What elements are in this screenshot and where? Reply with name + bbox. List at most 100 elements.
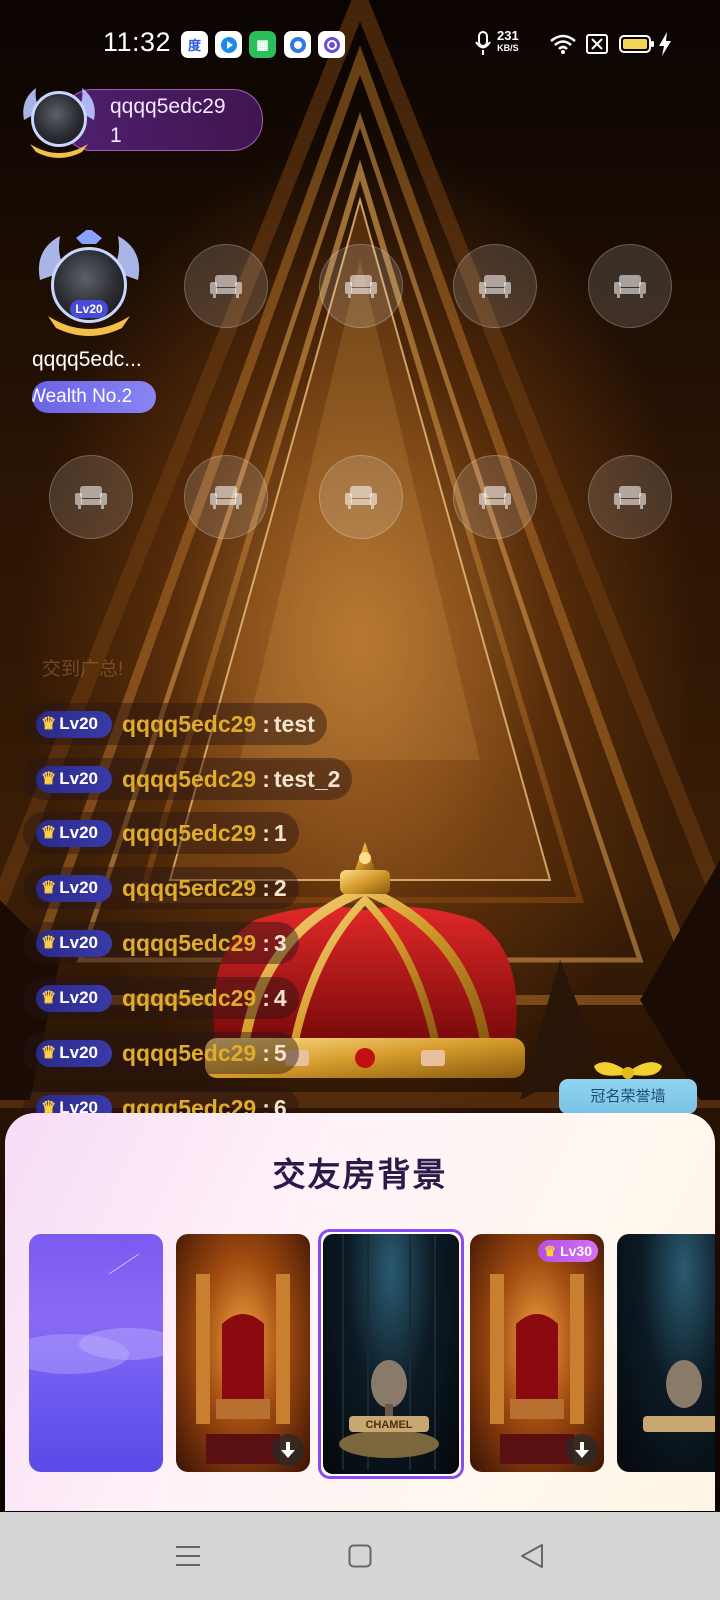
seat-9-empty[interactable]	[453, 455, 537, 539]
microphone-icon	[474, 28, 492, 60]
chat-message[interactable]: ♛ Lv20 qqqq5edc29 : 4	[23, 977, 299, 1019]
seat-1-occupied[interactable]: Lv20	[34, 230, 144, 340]
seat-level-badge: Lv20	[70, 300, 108, 318]
chat-message[interactable]: ♛ Lv20 qqqq5edc29 : 3	[23, 922, 299, 964]
chat-username[interactable]: qqqq5edc29	[122, 820, 256, 847]
crown-icon: ♛	[41, 878, 57, 897]
background-option-stage-microphone-2[interactable]: ♛	[617, 1234, 715, 1472]
back-button[interactable]	[512, 1536, 552, 1576]
chat-text: test_2	[273, 765, 341, 792]
sheet-title: 交友房背景	[272, 1156, 448, 1193]
battery-icon	[619, 28, 655, 60]
crown-icon: ♛	[41, 823, 57, 842]
charging-icon	[658, 28, 672, 60]
background-option-stage-microphone[interactable]: CHAMEL	[318, 1229, 464, 1479]
sofa-icon	[479, 486, 511, 509]
system-navigation-bar	[0, 1512, 720, 1600]
level-requirement-badge: ♛ Lv30	[537, 1240, 598, 1262]
background-thumbnail	[29, 1234, 163, 1472]
user-level-badge: ♛ Lv20	[36, 710, 112, 738]
chat-text: 2	[273, 874, 287, 901]
sofa-icon	[210, 486, 242, 509]
baidu-icon: 度	[181, 31, 208, 58]
sofa-icon	[614, 275, 646, 298]
home-icon	[348, 1544, 372, 1568]
chat-text: 5	[273, 1039, 287, 1066]
status-bar: 11:32 度 ▦ 231 KB/S	[0, 0, 720, 90]
stage-label: CHAMEL	[365, 1419, 412, 1431]
background-thumbnail: ♛ Lv30	[470, 1234, 604, 1472]
host-count: 1	[110, 124, 122, 147]
play-icon	[215, 31, 242, 58]
honor-wall-button[interactable]: 冠名荣誉墙	[559, 1079, 697, 1114]
background-option-golden-throne-lv30[interactable]: ♛ Lv30	[470, 1234, 604, 1472]
chat-announcement: 交到广总!	[42, 659, 124, 680]
sofa-icon	[479, 275, 511, 298]
crown-icon: ♛	[543, 1243, 557, 1259]
wealth-badge: Wealth No.2	[32, 381, 156, 413]
chat-username[interactable]: qqqq5edc29	[122, 1040, 256, 1067]
seat-5-empty[interactable]	[588, 244, 672, 328]
user-level-badge: ♛ Lv20	[36, 984, 112, 1012]
chat-username[interactable]: qqqq5edc29	[122, 711, 256, 738]
background-thumbnail: ♛	[617, 1234, 715, 1472]
chat-username[interactable]: qqqq5edc29	[122, 930, 256, 957]
seat-6-empty[interactable]	[49, 455, 133, 539]
host-name: qqqq5edc29	[110, 95, 226, 118]
chat-message[interactable]: ♛ Lv20 qqqq5edc29 : 5	[23, 1032, 299, 1074]
seat-7-empty[interactable]	[184, 455, 268, 539]
sofa-icon	[75, 486, 107, 509]
seat-4-empty[interactable]	[453, 244, 537, 328]
background-option-golden-throne[interactable]	[176, 1234, 310, 1472]
browser-icon	[318, 31, 345, 58]
chat-message[interactable]: ♛ Lv20 qqqq5edc29 : 1	[23, 812, 299, 854]
seat-2-empty[interactable]	[184, 244, 268, 328]
chat-message[interactable]: ♛ Lv20 qqqq5edc29 : test_2	[23, 758, 353, 800]
network-speed: 231 KB/S	[497, 28, 519, 53]
download-button[interactable]	[566, 1434, 598, 1466]
user-level-badge: ♛ Lv20	[36, 765, 112, 793]
sofa-icon	[345, 486, 377, 509]
chat-message[interactable]: ♛ Lv20 qqqq5edc29 : test	[23, 703, 327, 745]
sofa-icon	[210, 275, 242, 298]
seat-10-empty[interactable]	[588, 455, 672, 539]
message-icon	[284, 31, 311, 58]
chat-message[interactable]: ♛ Lv20 qqqq5edc29 : 2	[23, 867, 299, 909]
user-level-badge: ♛ Lv20	[36, 819, 112, 847]
chat-username[interactable]: qqqq5edc29	[122, 766, 256, 793]
crown-icon: ♛	[41, 933, 57, 952]
seat-3-empty[interactable]	[319, 244, 403, 328]
download-icon	[281, 1442, 295, 1458]
sim-none-icon	[586, 28, 608, 60]
sofa-icon	[614, 486, 646, 509]
download-icon	[575, 1442, 589, 1458]
crown-icon: ♛	[41, 769, 57, 788]
sofa-icon	[345, 275, 377, 298]
back-icon	[521, 1544, 543, 1568]
crown-icon: ♛	[41, 1043, 57, 1062]
download-button[interactable]	[272, 1434, 304, 1466]
chat-text: 4	[273, 984, 287, 1011]
chat-username[interactable]: qqqq5edc29	[122, 985, 256, 1012]
chat-text: test	[273, 710, 315, 737]
background-picker-sheet: 交友房背景 CHAMEL ♛ Lv30	[5, 1113, 715, 1511]
chat-text: 3	[273, 929, 287, 956]
menu-icon	[176, 1546, 200, 1566]
android-market-icon: ▦	[249, 31, 276, 58]
chat-text: 1	[273, 819, 287, 846]
background-option-purple-sky[interactable]	[29, 1234, 163, 1472]
user-level-badge: ♛ Lv20	[36, 1039, 112, 1067]
chat-username[interactable]: qqqq5edc29	[122, 875, 256, 902]
seat-8-empty[interactable]	[319, 455, 403, 539]
host-avatar[interactable]	[20, 80, 98, 158]
wifi-icon	[549, 28, 577, 60]
menu-button[interactable]	[168, 1536, 208, 1576]
crown-icon: ♛	[41, 714, 57, 733]
user-level-badge: ♛ Lv20	[36, 929, 112, 957]
background-thumbnail	[176, 1234, 310, 1472]
seat-user-name: qqqq5edc...	[32, 348, 142, 371]
background-thumbnail: CHAMEL	[323, 1234, 459, 1474]
clock: 11:32	[103, 27, 172, 57]
home-button[interactable]	[340, 1536, 380, 1576]
user-level-badge: ♛ Lv20	[36, 874, 112, 902]
